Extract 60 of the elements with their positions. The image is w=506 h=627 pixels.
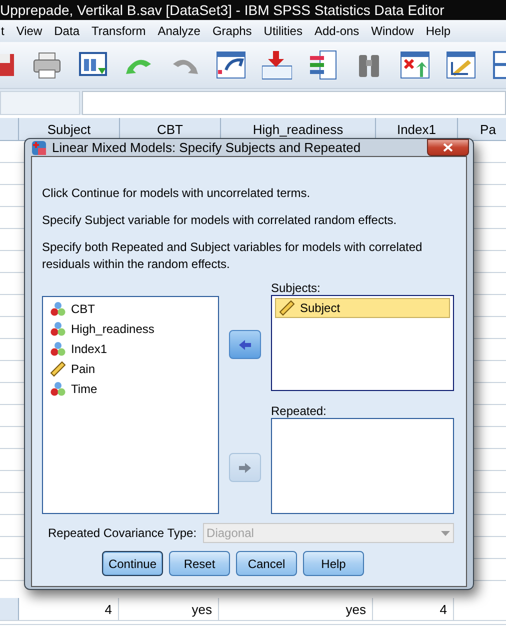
variable-item[interactable]: Subject [275,298,450,318]
ruler-icon [50,361,66,377]
dialog-button[interactable]: Help [303,551,364,576]
dropdown-caret-icon [441,530,450,536]
variable-name: CBT [71,302,95,316]
move-button[interactable] [229,330,262,359]
dialog-button[interactable]: Reset [169,551,230,576]
menu-item[interactable]: View [10,24,48,38]
variable-list[interactable]: CBT High_readiness Index1 Pain Time [42,296,220,514]
window-title: Upprepade, Vertikal B.sav [DataSet3] - IBM SPSS Statistics Data Editor [0,2,444,18]
nominal-variable-icon [50,381,66,397]
nominal-variable-icon [50,341,66,357]
table-cell: 4 [19,598,119,620]
left-arrow-icon [238,338,252,350]
variable-name: Pain [71,362,96,376]
variable-item[interactable]: CBT [46,299,216,319]
close-icon [443,143,453,152]
menu-item[interactable]: Window [365,24,420,38]
menu-item[interactable]: t [0,24,10,38]
menu-item[interactable]: Add-ons [308,24,366,38]
variable-item[interactable]: Index1 [46,339,216,359]
menu-item[interactable]: Help [420,24,457,38]
instruction-text: Click Continue for models with uncorrelated terms. [42,185,312,202]
repeated-label: Repeated: [271,404,328,418]
variable-item[interactable]: High_readiness [46,319,216,339]
instruction-text: Specify Subject variable for models with correlated random effects. [42,212,398,229]
menu-item[interactable]: Transform [86,24,152,38]
insert-cases-icon[interactable] [262,50,292,80]
dialog-app-icon [31,140,47,156]
covariance-type-label: Repeated Covariance Type: [48,526,197,540]
menu-item[interactable]: Analyze [152,24,206,38]
insert-variable-icon[interactable] [308,50,338,80]
variable-name: Subject [300,301,340,315]
menu-item[interactable]: Graphs [206,24,258,38]
variable-item[interactable]: Pain [46,359,216,379]
cell-name-box[interactable] [0,91,80,115]
dialog-title: Linear Mixed Models: Specify Subjects and Repeated [52,140,361,155]
ruler-icon [279,300,295,316]
printer-icon[interactable] [32,50,62,80]
right-arrow-icon [238,462,252,474]
instruction-text: Specify both Repeated and Subject variables for models with correlated residuals within the random effects. [42,239,424,273]
nominal-variable-icon [50,321,66,337]
nominal-variable-icon [50,301,66,317]
cell-editor-field[interactable] [82,91,506,115]
table-cell: 4 [373,598,454,620]
subjects-label: Subjects: [271,281,322,295]
row-number-cell[interactable] [0,598,19,620]
variable-name: Time [71,382,98,396]
menu-item[interactable]: Utilities [258,24,308,38]
variable-name: Index1 [71,342,108,356]
repeated-list[interactable] [271,418,454,514]
subjects-list[interactable]: Subject [271,295,454,391]
dialog-button[interactable]: Cancel [236,551,297,576]
table-cell: yes [219,598,373,620]
table-cell: yes [119,598,219,620]
variable-name: High_readiness [71,322,154,336]
dialog-button[interactable]: Continue [102,551,163,576]
close-button[interactable] [427,139,469,156]
variable-item[interactable]: Time [46,379,216,399]
menu-item[interactable]: Data [48,24,86,38]
